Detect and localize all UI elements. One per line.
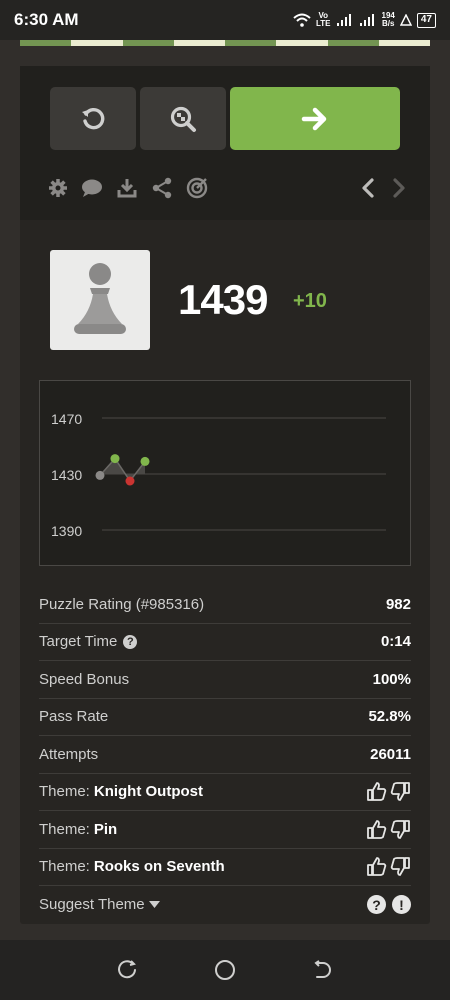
alert-icon	[399, 14, 412, 26]
theme-vote	[366, 856, 411, 877]
retry-icon	[82, 107, 105, 129]
stat-value: 0:14	[380, 633, 411, 651]
rating-chart	[95, 417, 386, 531]
theme-name: Pin	[93, 820, 118, 838]
stat-row-target-time: Target Time ? 0:14	[39, 624, 411, 661]
theme-vote	[366, 781, 411, 802]
stat-label: Speed Bonus	[39, 670, 130, 688]
suggest-theme-label: Suggest Theme	[39, 896, 145, 914]
theme-label: Theme: Pin	[39, 821, 117, 838]
thumbs-up-icon[interactable]	[366, 856, 387, 877]
puzzle-panel: 1439 +10 1470 1430 1390 Puzzle Rating (#…	[20, 66, 430, 924]
network-bottom: LTE	[316, 19, 331, 28]
stat-value: 52.8%	[368, 708, 411, 726]
thumbs-up-icon[interactable]	[366, 781, 387, 802]
stat-label: Attempts	[39, 745, 99, 763]
controls-area	[20, 66, 430, 220]
theme-label: Theme: Knight Outpost	[39, 783, 203, 800]
stat-label: Puzzle Rating (#985316)	[39, 595, 205, 613]
chat-icon[interactable]	[81, 177, 103, 199]
stat-label: Pass Rate	[39, 708, 109, 726]
rating-change: +10	[293, 290, 327, 312]
help-icon[interactable]: ?	[123, 634, 138, 649]
stat-value: 100%	[372, 670, 411, 688]
speed-bottom: B/s	[381, 19, 395, 28]
signal-icon-2	[359, 14, 374, 26]
suggest-theme-row: Suggest Theme ? !	[39, 886, 411, 924]
share-icon[interactable]	[151, 177, 173, 199]
data-point	[110, 454, 120, 464]
system-nav-bar	[0, 940, 450, 1000]
theme-name: Knight Outpost	[93, 783, 203, 801]
data-point	[125, 476, 135, 486]
stat-row-puzzle-rating: Puzzle Rating (#985316) 982	[39, 586, 411, 624]
report-icon[interactable]: !	[392, 895, 411, 915]
thumbs-down-icon[interactable]	[390, 819, 411, 840]
network-type: Vo LTE	[316, 12, 331, 28]
stat-value: 26011	[370, 745, 411, 763]
target-icon[interactable]	[186, 177, 208, 199]
theme-row: Theme: Pin	[39, 811, 411, 849]
theme-prefix: Theme:	[39, 858, 90, 876]
theme-row: Theme: Rooks on Seventh	[39, 849, 411, 886]
theme-prefix: Theme:	[39, 783, 90, 801]
board-edge	[20, 40, 430, 46]
thumbs-up-icon[interactable]	[366, 819, 387, 840]
gear-icon[interactable]	[47, 177, 69, 199]
home-icon[interactable]	[214, 959, 236, 981]
puzzle-rating-value: 1439	[178, 276, 268, 323]
suggest-actions: ? !	[367, 895, 411, 915]
stats-list: Puzzle Rating (#985316) 982 Target Time …	[39, 586, 411, 924]
help-icon[interactable]: ?	[367, 895, 386, 915]
rating-graph: 1470 1430 1390	[39, 380, 411, 566]
caret-down-icon	[148, 901, 160, 909]
recent-apps-icon[interactable]	[117, 959, 139, 981]
network-speed: 194 B/s	[382, 12, 395, 28]
stat-value: 982	[385, 595, 411, 613]
status-icons: Vo LTE 194 B/s 47	[293, 12, 436, 28]
status-time: 6:30 AM	[14, 10, 79, 29]
theme-prefix: Theme:	[39, 820, 90, 838]
next-puzzle-button[interactable]	[230, 87, 400, 150]
pawn-avatar	[50, 250, 150, 350]
stat-row-pass-rate: Pass Rate 52.8%	[39, 699, 411, 736]
status-bar: 6:30 AM Vo LTE 194 B/s 47	[0, 0, 450, 40]
theme-name: Rooks on Seventh	[93, 858, 225, 876]
analysis-icon	[170, 106, 196, 132]
battery-indicator: 47	[416, 12, 436, 28]
stat-label-group: Target Time ?	[39, 633, 138, 651]
back-icon[interactable]	[311, 959, 333, 981]
chevron-right-icon[interactable]	[388, 177, 410, 199]
theme-vote	[366, 819, 411, 840]
stat-row-speed-bonus: Speed Bonus 100%	[39, 661, 411, 699]
theme-label: Theme: Rooks on Seventh	[39, 858, 225, 875]
arrow-right-icon	[301, 107, 327, 130]
stat-row-attempts: Attempts 26011	[39, 736, 411, 774]
signal-icon	[336, 14, 351, 26]
data-point	[95, 470, 105, 480]
theme-row: Theme: Knight Outpost	[39, 774, 411, 811]
data-point	[140, 456, 150, 466]
retry-button[interactable]	[50, 87, 136, 150]
thumbs-down-icon[interactable]	[390, 856, 411, 877]
chevron-left-icon[interactable]	[357, 177, 379, 199]
stat-label: Target Time	[39, 633, 118, 651]
pawn-icon	[74, 263, 126, 334]
suggest-theme-button[interactable]: Suggest Theme	[39, 896, 160, 913]
analysis-button[interactable]	[140, 87, 226, 150]
wifi-icon	[293, 13, 311, 27]
download-icon[interactable]	[116, 177, 138, 199]
thumbs-down-icon[interactable]	[390, 781, 411, 802]
